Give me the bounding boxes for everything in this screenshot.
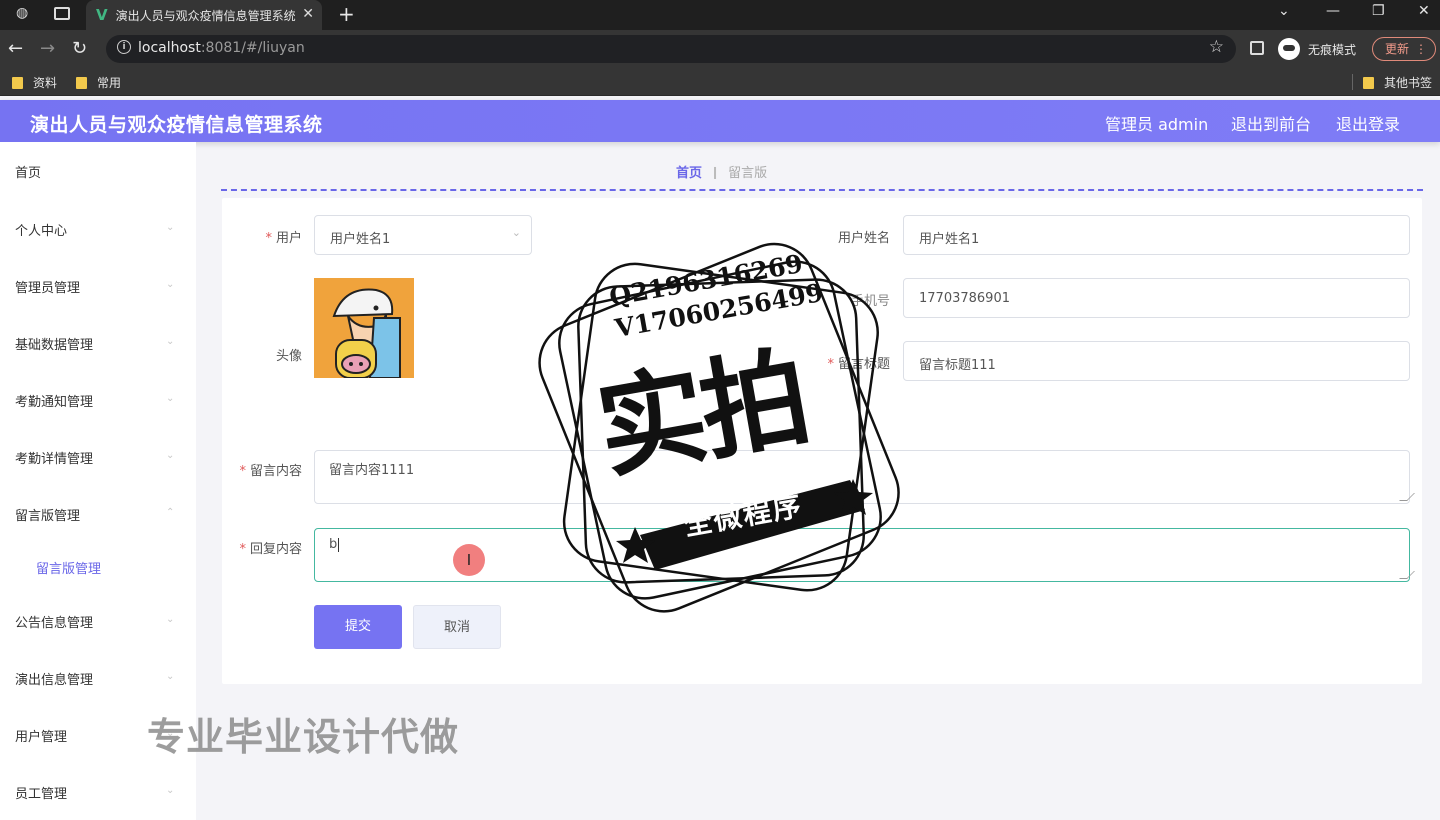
chevron-down-icon: ⌄ [166, 671, 175, 682]
logout-link[interactable]: 退出登录 [1336, 111, 1400, 135]
promo-watermark: 专业毕业设计代做 [147, 715, 460, 759]
url-bar[interactable]: i localhost:8081/#/liuyan ☆ [106, 35, 1236, 63]
folder-icon [1363, 76, 1374, 89]
message-content-value: 留言内容1111 [329, 463, 415, 478]
restore-icon[interactable]: ❐ [1372, 3, 1385, 19]
label-text: 回复内容 [249, 542, 302, 557]
window-close-icon[interactable]: ✕ [1418, 3, 1430, 19]
tab-search-icon[interactable] [54, 7, 70, 20]
chevron-down-icon: ⌄ [166, 393, 175, 404]
breadcrumb-divider [221, 189, 1423, 191]
bookmarks-bar: 资料 常用 其他书签 [0, 68, 1440, 96]
sidebar-item-attendance-detail[interactable]: 考勤详情管理 [15, 448, 93, 467]
admin-user-label: 管理员 admin [1105, 115, 1209, 134]
reply-content-label: * 回复内容 [220, 538, 302, 557]
sidebar-item-staff[interactable]: 员工管理 [15, 783, 67, 802]
url-path: :8081/#/liuyan [200, 40, 305, 56]
breadcrumb-separator-icon: ❙ [710, 164, 721, 179]
reply-content-text: b [329, 537, 340, 552]
sidebar-item-home[interactable]: 首页 [15, 162, 41, 181]
message-content-label: * 留言内容 [220, 460, 302, 479]
chevron-down-icon: ⌄ [166, 336, 175, 347]
tab-title: 演出人员与观众疫情信息管理系统 [115, 8, 296, 23]
required-mark: * [265, 231, 272, 246]
chevron-down-icon: ⌄ [166, 450, 175, 461]
avatar-image[interactable] [314, 278, 414, 378]
back-icon[interactable]: ← [8, 38, 23, 59]
sidebar-subitem-message-board[interactable]: 留言版管理 [36, 558, 101, 577]
forward-icon[interactable]: → [40, 38, 55, 59]
reload-icon[interactable]: ↻ [72, 38, 87, 59]
user-select[interactable]: 用户姓名1 ⌄ [314, 215, 532, 255]
chevron-down-icon: ⌄ [166, 614, 175, 625]
required-mark: * [239, 542, 246, 557]
sidebar-item-users[interactable]: 用户管理 [15, 726, 67, 745]
required-mark: * [239, 464, 246, 479]
message-title-field[interactable]: 留言标题111 [903, 341, 1410, 381]
sidebar-item-profile[interactable]: 个人中心 [15, 220, 67, 239]
other-bookmarks[interactable]: 其他书签 [1363, 74, 1432, 91]
exit-to-front-link[interactable]: 退出到前台 [1231, 111, 1311, 135]
submit-button[interactable]: 提交 [314, 605, 402, 649]
sidebar-item-performance[interactable]: 演出信息管理 [15, 669, 93, 688]
url-text[interactable]: localhost:8081/#/liuyan [138, 40, 305, 56]
app-title: 演出人员与观众疫情信息管理系统 [30, 114, 323, 136]
chevron-down-icon: ⌄ [166, 785, 175, 796]
close-tab-icon[interactable]: ✕ [302, 6, 314, 22]
label-text: 留言内容 [249, 464, 302, 479]
chevron-down-icon: ⌄ [166, 279, 175, 290]
breadcrumb-home[interactable]: 首页 [676, 162, 702, 181]
breadcrumb-current: 留言版 [728, 166, 768, 181]
url-host: localhost [138, 40, 201, 56]
bookmark-label: 其他书签 [1384, 76, 1433, 90]
incognito-label: 无痕模式 [1308, 42, 1357, 57]
text-caret [338, 537, 340, 552]
user-select-label: * 用户 [240, 227, 302, 246]
browser-tab-active[interactable]: V 演出人员与观众疫情信息管理系统 ✕ [86, 0, 322, 30]
cancel-button[interactable]: 取消 [413, 605, 501, 649]
update-button[interactable]: 更新 ⋮ [1372, 37, 1436, 61]
user-name-value: 用户姓名1 [919, 232, 980, 247]
chevron-up-icon: ⌃ [166, 507, 175, 518]
user-select-value: 用户姓名1 [330, 232, 391, 247]
label-text: 用户 [275, 231, 302, 246]
site-info-icon[interactable]: i [117, 40, 131, 54]
bookmark-label: 常用 [97, 76, 122, 90]
update-label: 更新 [1385, 42, 1410, 56]
app-header: 演出人员与观众疫情信息管理系统 管理员 admin 退出到前台 退出登录 [0, 100, 1440, 142]
globe-icon[interactable]: ◍ [16, 5, 28, 21]
sidebar-item-message-board[interactable]: 留言版管理 [15, 505, 80, 524]
reply-content-value: b [329, 537, 338, 552]
message-title-value: 留言标题111 [919, 358, 996, 373]
folder-icon [12, 76, 23, 89]
address-toolbar: ← → ↻ i localhost:8081/#/liuyan ☆ 无痕模式 更… [0, 30, 1440, 68]
bookmark-folder-0[interactable]: 资料 [12, 74, 57, 91]
bookmark-folder-1[interactable]: 常用 [76, 74, 121, 91]
tab-list-icon[interactable]: ⌄ [1278, 3, 1290, 19]
new-tab-button[interactable]: + [338, 2, 355, 26]
avatar-illustration [314, 278, 414, 378]
breadcrumb: 首页 ❙ 留言版 [676, 162, 768, 182]
sidebar-item-basic-data[interactable]: 基础数据管理 [15, 334, 93, 353]
chevron-down-icon: ⌄ [166, 222, 175, 233]
mouse-cursor-icon: I [453, 544, 485, 576]
minimize-icon[interactable]: — [1326, 3, 1340, 19]
incognito-icon [1278, 38, 1300, 60]
vue-logo-icon: V [96, 6, 108, 24]
bookmarks-divider [1352, 74, 1353, 90]
user-name-field[interactable]: 用户姓名1 [903, 215, 1410, 255]
avatar-label: 头像 [275, 349, 302, 364]
sidebar-item-announcement[interactable]: 公告信息管理 [15, 612, 93, 631]
incognito-indicator[interactable]: 无痕模式 [1278, 38, 1356, 60]
bookmark-star-icon[interactable]: ☆ [1209, 37, 1224, 57]
phone-value: 17703786901 [919, 291, 1010, 306]
bookmark-label: 资料 [33, 76, 58, 90]
more-menu-icon: ⋮ [1415, 42, 1427, 56]
sidebar-item-attendance-notice[interactable]: 考勤通知管理 [15, 391, 93, 410]
phone-field[interactable]: 17703786901 [903, 278, 1410, 318]
sidebar-item-admin[interactable]: 管理员管理 [15, 277, 80, 296]
browser-tab-bar: ◍ V 演出人员与观众疫情信息管理系统 ✕ + ⌄ — ❐ ✕ [0, 0, 1440, 30]
side-panel-icon[interactable] [1250, 41, 1264, 55]
folder-icon [76, 76, 87, 89]
